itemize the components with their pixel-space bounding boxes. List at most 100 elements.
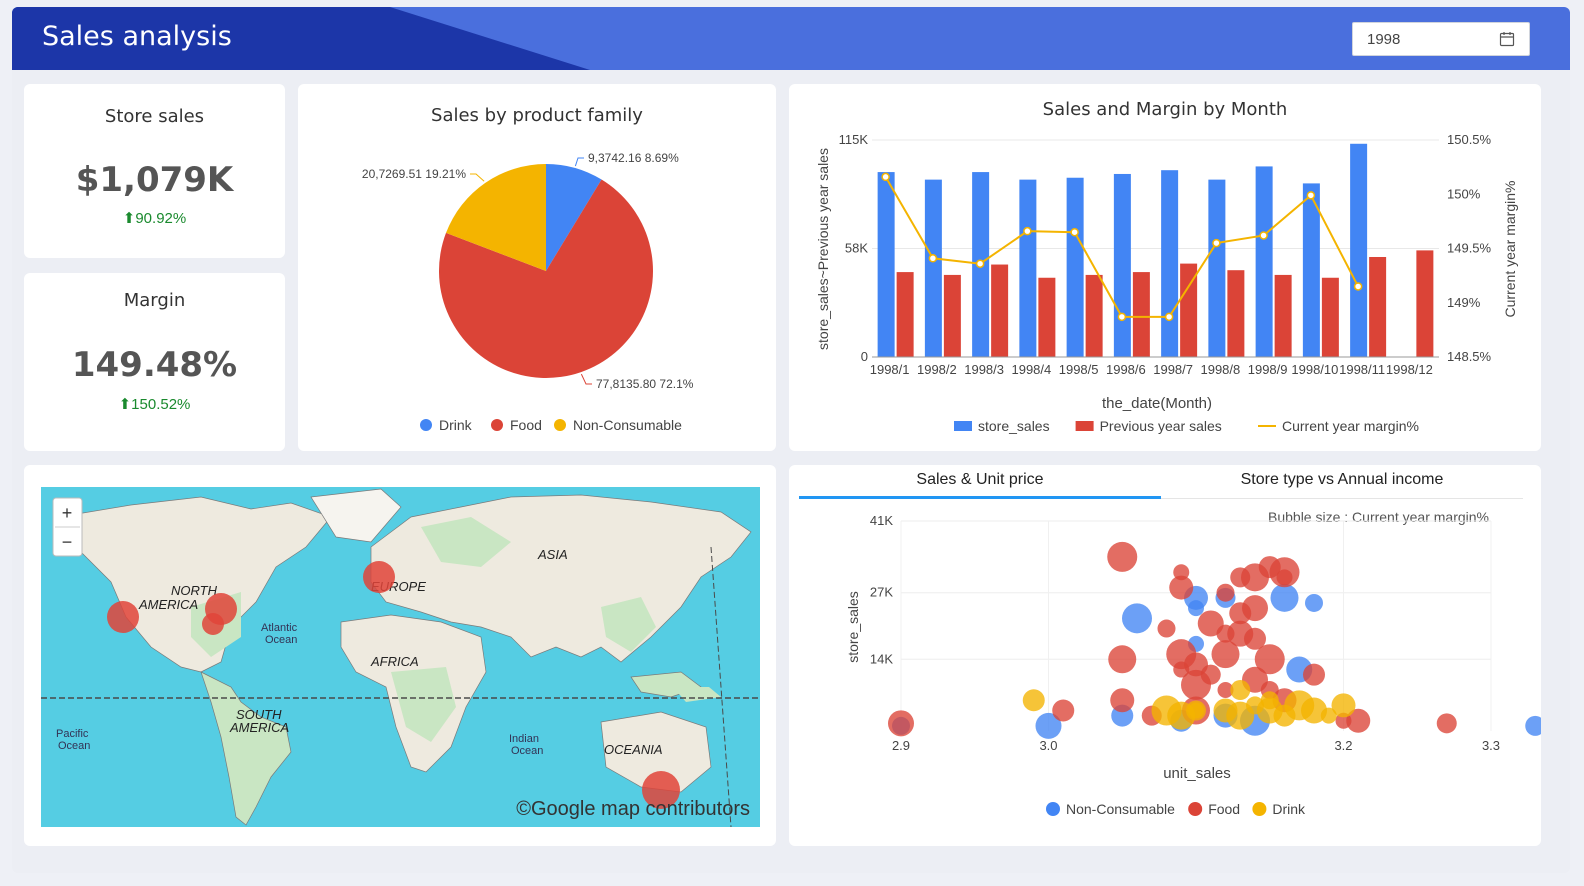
bar-previous-year-sales[interactable] [1321, 277, 1339, 357]
label-north-america: NORTH [171, 583, 218, 598]
margin-value: 149.48% [71, 345, 238, 385]
legend-marker [1188, 802, 1203, 816]
bubble-food[interactable] [1157, 619, 1176, 638]
bar-previous-year-sales[interactable] [1132, 272, 1150, 357]
margin-point[interactable] [1164, 312, 1174, 322]
bar-previous-year-sales[interactable] [896, 272, 914, 357]
bubble-food[interactable] [888, 710, 914, 737]
legend-item-non-consumable[interactable]: Non-Consumable [573, 417, 682, 433]
legend-marker [554, 419, 566, 431]
label-pacific: Pacific [56, 728, 89, 740]
bar-previous-year-sales[interactable] [1085, 274, 1103, 357]
world-map[interactable]: NORTH AMERICA SOUTH AMERICA EUROPE ASIA … [41, 487, 760, 827]
x-tick-label: 1998/4 [1011, 362, 1051, 377]
margin-title: Margin [123, 290, 186, 311]
legend-item[interactable]: Previous year sales [1100, 418, 1222, 434]
margin-point[interactable] [928, 254, 938, 263]
bubble-food[interactable] [1303, 663, 1325, 686]
legend-item[interactable]: Drink [1272, 801, 1306, 817]
y-axis-title: store_sales [845, 591, 861, 663]
bar-previous-year-sales[interactable] [1416, 250, 1434, 357]
legend-item-drink[interactable]: Drink [439, 417, 473, 433]
margin-point[interactable] [1117, 312, 1127, 322]
bubble-non-consumable[interactable] [1270, 583, 1299, 612]
bubble-drink[interactable] [1331, 693, 1356, 718]
store-marker[interactable] [363, 561, 395, 593]
bubble-food[interactable] [1108, 645, 1137, 674]
bubble-food[interactable] [1110, 688, 1135, 713]
calendar-icon[interactable] [1499, 31, 1515, 47]
y-tick-label: 58K [845, 241, 868, 256]
margin-point[interactable] [1212, 238, 1221, 248]
x-tick-label: 1998/12 [1386, 362, 1433, 377]
bar-previous-year-sales[interactable] [991, 264, 1009, 357]
bubble-drink[interactable] [1167, 701, 1196, 730]
legend-item[interactable]: store_sales [978, 418, 1050, 434]
margin-point[interactable] [881, 172, 890, 182]
app-header: Sales analysis 1998 [12, 7, 1570, 70]
year-picker[interactable]: 1998 [1352, 22, 1530, 56]
bubble-food[interactable] [1169, 575, 1194, 600]
legend-item-food[interactable]: Food [510, 417, 542, 433]
x-tick-label: 1998/9 [1248, 362, 1288, 377]
bubble-food[interactable] [1229, 602, 1252, 625]
bar-store-sales[interactable] [1066, 177, 1084, 357]
y2-tick-label: 150.5% [1447, 132, 1492, 147]
bar-store-sales[interactable] [877, 172, 895, 357]
pie-chart: 9,3742.16 8.69% 77,8135.80 72.1% 20,7269.5… [362, 151, 694, 433]
bar-store-sales[interactable] [1019, 179, 1037, 357]
store-marker[interactable] [202, 613, 224, 635]
bubble-drink[interactable] [1301, 697, 1327, 724]
legend-item[interactable]: Food [1208, 801, 1240, 817]
bar-store-sales[interactable] [1161, 170, 1179, 357]
bar-previous-year-sales[interactable] [1038, 277, 1056, 357]
margin-point[interactable] [1070, 227, 1079, 237]
bar-previous-year-sales[interactable] [943, 274, 961, 357]
margin-point[interactable] [1023, 226, 1032, 236]
scatter-card: Sales & Unit price Store type vs Annual … [789, 465, 1541, 846]
bubble-food[interactable] [1436, 713, 1457, 734]
zoom-out-button[interactable]: − [62, 532, 73, 552]
bar-previous-year-sales[interactable] [1227, 270, 1245, 357]
margin-point[interactable] [975, 259, 985, 268]
label-asia: ASIA [537, 547, 568, 562]
scatter-chart: Bubble size : Current year margin% 14K 27K… [845, 509, 1541, 817]
margin-point[interactable] [1306, 191, 1316, 200]
bubble-drink[interactable] [1246, 696, 1264, 715]
zoom-in-button[interactable]: + [62, 503, 73, 523]
legend-item[interactable]: Current year margin% [1282, 418, 1419, 434]
x-tick-label: 1998/1 [870, 362, 910, 377]
margin-point[interactable] [1259, 231, 1268, 240]
label-atlantic-2: Ocean [265, 634, 297, 646]
bubble-food[interactable] [1173, 661, 1190, 678]
legend-item[interactable]: Non-Consumable [1066, 801, 1175, 817]
x-tick-label: 1998/11 [1339, 362, 1385, 377]
bubble-drink[interactable] [1230, 680, 1251, 701]
bubble-food[interactable] [1107, 541, 1138, 572]
up-arrow-icon: ⬆ [118, 396, 132, 413]
bar-previous-year-sales[interactable] [1369, 256, 1387, 357]
y-tick-label: 0 [861, 349, 868, 364]
margin-point[interactable] [1353, 282, 1363, 291]
x-tick-label: 1998/3 [964, 362, 1004, 377]
bar-store-sales[interactable] [1113, 173, 1131, 357]
x-tick-label: 3.3 [1482, 738, 1500, 753]
bar-previous-year-sales[interactable] [1274, 274, 1292, 357]
margin-card: Margin 149.48% ⬆150.52% [24, 273, 285, 451]
store-marker[interactable] [107, 601, 139, 633]
bar-store-sales[interactable] [1350, 143, 1368, 357]
bubble-food[interactable] [1216, 583, 1235, 602]
x-tick-label: 1998/7 [1153, 362, 1193, 377]
bar-store-sales[interactable] [924, 179, 942, 357]
bubble-drink[interactable] [1022, 689, 1045, 712]
bar-store-sales[interactable] [1208, 179, 1226, 357]
bar-store-sales[interactable] [1255, 166, 1273, 357]
bubble-food[interactable] [1197, 610, 1224, 637]
bubble-non-consumable[interactable] [1305, 593, 1323, 612]
pie-chart-card: Sales by product family 9,3742.16 8.69% 7… [298, 84, 776, 451]
bubble-non-consumable[interactable] [1525, 715, 1541, 736]
bubble-food[interactable] [1276, 569, 1293, 586]
bubble-non-consumable[interactable] [1122, 603, 1152, 634]
bubble-food[interactable] [1052, 699, 1075, 722]
store-sales-delta: ⬆90.92% [122, 210, 187, 227]
